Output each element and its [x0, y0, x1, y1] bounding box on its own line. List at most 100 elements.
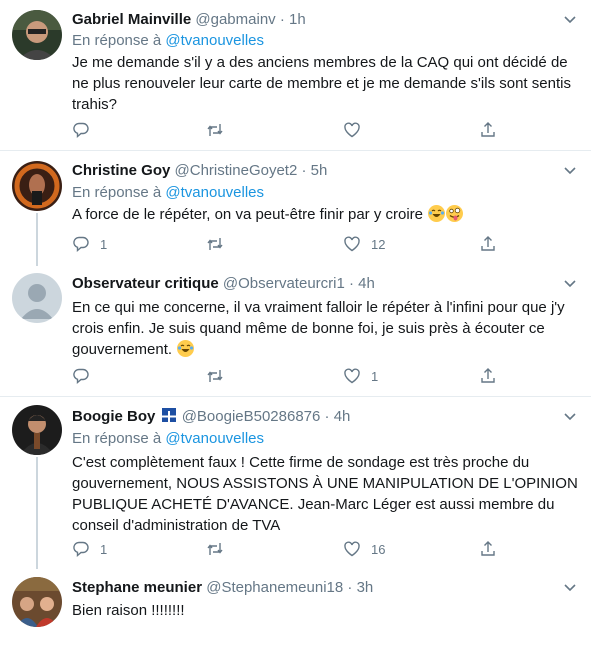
avatar[interactable] [12, 405, 62, 455]
zany-face-emoji-icon [446, 205, 464, 222]
separator-dot: · [279, 11, 285, 28]
avatar[interactable] [12, 10, 62, 60]
avatar[interactable] [12, 577, 62, 627]
share-icon [481, 368, 495, 383]
timestamp[interactable]: 4h [334, 408, 351, 425]
timestamp[interactable]: 3h [357, 579, 374, 596]
share-button[interactable] [479, 120, 497, 140]
separator-dot: · [349, 275, 354, 292]
tweet-header: Gabriel Mainville @gabmainv · 1h [72, 10, 306, 30]
laughing-tears-emoji-icon [428, 205, 446, 222]
like-button[interactable]: 1 [343, 366, 378, 386]
chevron-down-icon[interactable] [561, 10, 579, 28]
share-icon [481, 236, 495, 251]
chevron-down-icon[interactable] [561, 161, 579, 179]
thread-line [36, 457, 38, 569]
reply-button[interactable] [72, 366, 100, 386]
like-button[interactable]: 16 [343, 539, 385, 559]
tweet-text: Bien raison !!!!!!!! [72, 602, 185, 619]
like-count: 1 [371, 368, 379, 384]
tweet-1[interactable]: Gabriel Mainville @gabmainv · 1h En répo… [0, 0, 591, 150]
laughing-tears-emoji-icon [177, 340, 195, 357]
reply-button[interactable]: 1 [72, 234, 107, 254]
reply-mention-link[interactable]: @tvanouvelles [165, 184, 264, 201]
display-name[interactable]: Stephane meunier [72, 579, 202, 596]
like-button[interactable] [343, 120, 371, 140]
retweet-icon [207, 370, 223, 382]
timestamp[interactable]: 4h [358, 275, 375, 292]
timestamp[interactable]: 1h [289, 11, 306, 28]
display-name[interactable]: Gabriel Mainville [72, 11, 191, 28]
share-button[interactable] [479, 539, 497, 559]
share-button[interactable] [479, 366, 497, 386]
retweet-button[interactable] [206, 234, 234, 254]
tweet-2[interactable]: Christine Goy @ChristineGoyet2 · 5h En r… [0, 151, 591, 266]
reply-prefix: En réponse à [72, 32, 162, 49]
reply-count: 1 [100, 236, 108, 252]
like-icon [344, 368, 360, 384]
separator-dot: · [301, 162, 307, 179]
user-handle[interactable]: @gabmainv [195, 11, 275, 28]
user-handle[interactable]: @Stephanemeuni18 [206, 579, 343, 596]
tweet-header: Observateur critique @Observateurcri1 · … [72, 274, 375, 294]
reply-icon [73, 541, 89, 558]
tweet-actions: 1 16 [72, 539, 502, 559]
display-name[interactable]: Boogie Boy [72, 408, 155, 425]
avatar[interactable] [12, 273, 62, 323]
display-name[interactable]: Christine Goy [72, 162, 170, 179]
tweet-header: Stephane meunier @Stephanemeuni18 · 3h [72, 578, 373, 598]
like-button[interactable]: 12 [343, 234, 385, 254]
reply-button[interactable]: 1 [72, 539, 107, 559]
tweet-text: Je me demande s'il y a des anciens membr… [72, 54, 571, 113]
tweet-5[interactable]: Stephane meunier @Stephanemeuni18 · 3h B… [0, 569, 591, 656]
chevron-down-icon[interactable] [561, 274, 579, 292]
tweet-text: C'est complètement faux ! Cette firme de… [72, 454, 578, 534]
reply-count: 1 [100, 541, 108, 557]
retweet-icon [207, 543, 223, 555]
tweet-4[interactable]: Boogie Boy @BoogieB50286876 · 4h En répo… [0, 397, 591, 569]
thread-line [36, 213, 38, 266]
reply-prefix: En réponse à [72, 430, 162, 447]
chevron-down-icon[interactable] [561, 407, 579, 425]
reply-context: En réponse à @tvanouvelles [72, 429, 264, 449]
quebec-flag-icon [161, 408, 176, 422]
tweet-header: Christine Goy @ChristineGoyet2 · 5h [72, 161, 327, 181]
tweet-text: En ce qui me concerne, il va vraiment fa… [72, 299, 565, 358]
timestamp[interactable]: 5h [311, 162, 328, 179]
reply-button[interactable] [72, 120, 100, 140]
retweet-icon [207, 238, 223, 250]
separator-dot: · [347, 579, 353, 596]
tweet-body: A force de le répéter, on va peut-être f… [72, 204, 582, 225]
chevron-down-icon[interactable] [561, 578, 579, 596]
share-button[interactable] [479, 234, 497, 254]
reply-prefix: En réponse à [72, 184, 162, 201]
reply-icon [73, 368, 89, 385]
tweet-body: En ce qui me concerne, il va vraiment fa… [72, 297, 582, 360]
user-handle[interactable]: @BoogieB50286876 [182, 408, 321, 425]
share-icon [481, 541, 495, 556]
tweet-actions: 1 12 [72, 234, 502, 254]
avatar[interactable] [12, 161, 62, 211]
share-icon [481, 122, 495, 137]
reply-icon [73, 122, 89, 139]
tweet-actions [72, 120, 502, 140]
retweet-button[interactable] [206, 539, 234, 559]
user-handle[interactable]: @ChristineGoyet2 [175, 162, 298, 179]
user-handle[interactable]: @Observateurcri1 [223, 275, 345, 292]
like-count: 12 [371, 236, 386, 252]
tweet-actions: 1 [72, 366, 502, 386]
reply-mention-link[interactable]: @tvanouvelles [165, 32, 264, 49]
retweet-button[interactable] [206, 120, 234, 140]
retweet-button[interactable] [206, 366, 234, 386]
reply-icon [73, 236, 89, 253]
reply-context: En réponse à @tvanouvelles [72, 31, 264, 51]
reply-context: En réponse à @tvanouvelles [72, 183, 264, 203]
like-icon [344, 541, 360, 557]
like-count: 16 [371, 541, 386, 557]
tweet-header: Boogie Boy @BoogieB50286876 · 4h [72, 407, 350, 427]
display-name[interactable]: Observateur critique [72, 275, 219, 292]
retweet-icon [207, 124, 223, 136]
tweet-text: A force de le répéter, on va peut-être f… [72, 206, 424, 223]
reply-mention-link[interactable]: @tvanouvelles [165, 430, 264, 447]
tweet-3[interactable]: Observateur critique @Observateurcri1 · … [0, 266, 591, 390]
